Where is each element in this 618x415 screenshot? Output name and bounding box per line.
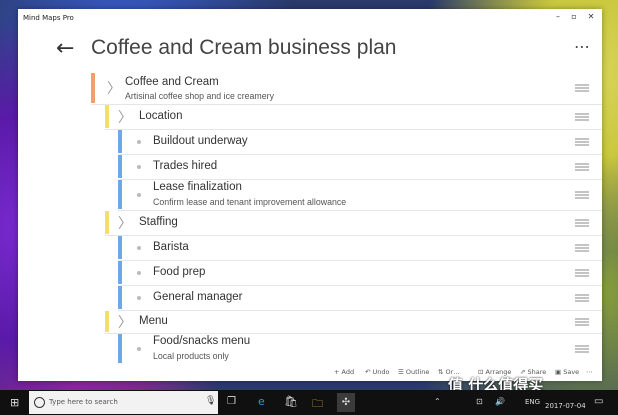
node-label: Staffing (139, 216, 178, 228)
more-commands-button[interactable]: ⋯ (586, 368, 593, 376)
microphone-icon[interactable]: 🎙 (205, 396, 216, 406)
node-label: Food prep (153, 266, 206, 278)
order-icon: ⇅ (438, 368, 446, 376)
level-bar (105, 311, 109, 332)
node-label: Food/snacks menu (153, 335, 251, 347)
close-button[interactable]: ✕ (581, 12, 601, 21)
level-bar (118, 236, 122, 259)
drag-handle-icon[interactable] (575, 111, 589, 122)
bullet-icon (137, 346, 141, 351)
tray-chevron-icon[interactable]: ⌃ (434, 397, 441, 406)
node-row-staffing[interactable]: 〉 Staffing (105, 210, 602, 236)
drag-handle-icon[interactable] (575, 161, 589, 172)
node-label: Location (139, 110, 183, 122)
node-row-food-prep[interactable]: Food prep (118, 260, 602, 286)
notifications-icon[interactable]: ▭ (594, 396, 603, 407)
node-row-lease[interactable]: Lease finalization Confirm lease and ten… (118, 179, 602, 211)
level-bar (118, 286, 122, 309)
node-subtitle: Artisinal coffee shop and ice creamery (125, 91, 274, 101)
level-bar (91, 73, 95, 103)
level-bar (118, 180, 122, 209)
volume-icon[interactable]: 🔊 (495, 397, 505, 406)
node-row-barista[interactable]: Barista (118, 235, 602, 261)
chevron-right-icon[interactable]: 〉 (118, 312, 132, 332)
outline-icon: ☰ (398, 368, 406, 376)
bullet-icon (137, 139, 141, 144)
title-bar: Mind Maps Pro – ▫ ✕ (18, 9, 602, 29)
drag-handle-icon[interactable] (575, 217, 589, 228)
drag-handle-icon[interactable] (575, 292, 589, 303)
node-row-root[interactable]: 〉 Coffee and Cream Artisinal coffee shop… (91, 72, 602, 105)
level-bar (118, 155, 122, 178)
chevron-right-icon[interactable]: 〉 (118, 107, 132, 127)
drag-handle-icon[interactable] (575, 343, 589, 354)
app-title: Mind Maps Pro (23, 14, 74, 22)
chevron-right-icon[interactable]: 〉 (107, 78, 121, 98)
node-label: Coffee and Cream (125, 76, 219, 88)
bullet-icon (137, 192, 141, 197)
node-row-buildout[interactable]: Buildout underway (118, 129, 602, 155)
windows-start-icon[interactable]: ⊞ (10, 396, 19, 409)
node-row-food-snacks[interactable]: Food/snacks menu Local products only (118, 333, 602, 364)
add-button[interactable]: + Add (334, 368, 354, 376)
level-bar (118, 130, 122, 153)
save-icon: ▣ (555, 368, 564, 376)
plus-icon: + (334, 368, 342, 376)
mind-maps-app-icon[interactable]: ✣ (337, 393, 355, 412)
drag-handle-icon[interactable] (575, 316, 589, 327)
task-view-icon[interactable]: ❐ (227, 396, 236, 407)
save-button[interactable]: ▣ Save (555, 368, 579, 376)
node-row-trades[interactable]: Trades hired (118, 154, 602, 180)
level-bar (118, 334, 122, 363)
drag-handle-icon[interactable] (575, 136, 589, 147)
node-row-menu[interactable]: 〉 Menu (105, 310, 602, 334)
bullet-icon (137, 164, 141, 169)
app-window: Mind Maps Pro – ▫ ✕ ← Coffee and Cream b… (18, 9, 602, 381)
cortana-icon[interactable] (34, 397, 45, 408)
level-bar (105, 211, 109, 234)
drag-handle-icon[interactable] (575, 242, 589, 253)
undo-icon: ↶ (365, 368, 373, 376)
level-bar (118, 261, 122, 284)
network-icon[interactable]: ⊡ (476, 397, 483, 406)
taskbar-search-box[interactable]: Type here to search 🎙 (29, 391, 218, 414)
node-row-location[interactable]: 〉 Location (105, 104, 602, 130)
store-icon[interactable]: 🛍 (284, 395, 298, 408)
bullet-icon (137, 295, 141, 300)
drag-handle-icon[interactable] (575, 267, 589, 278)
node-row-general-manager[interactable]: General manager (118, 285, 602, 311)
node-label: Barista (153, 241, 189, 253)
edge-browser-icon[interactable]: e (258, 395, 265, 408)
back-arrow-icon[interactable]: ← (56, 38, 74, 60)
bullet-icon (137, 270, 141, 275)
chevron-right-icon[interactable]: 〉 (118, 213, 132, 233)
node-subtitle: Local products only (153, 351, 229, 361)
file-explorer-icon[interactable]: 🗀 (312, 395, 323, 414)
search-placeholder: Type here to search (49, 398, 118, 406)
node-label: Buildout underway (153, 135, 248, 147)
drag-handle-icon[interactable] (575, 83, 589, 94)
language-indicator[interactable]: ENG (525, 398, 540, 406)
node-label: Menu (139, 315, 168, 327)
level-bar (105, 105, 109, 128)
clock-date[interactable]: 2017-07-04 (545, 402, 586, 410)
drag-handle-icon[interactable] (575, 189, 589, 200)
more-options-icon[interactable]: ⋯ (574, 37, 591, 56)
outline-button[interactable]: ☰ Outline (398, 368, 429, 376)
node-subtitle: Confirm lease and tenant improvement all… (153, 197, 347, 207)
undo-button[interactable]: ↶ Undo (365, 368, 390, 376)
node-label: Trades hired (153, 160, 218, 172)
taskbar: ⊞ Type here to search 🎙 ❐ e 🛍 🗀 ✣ ⌃ ⊡ 🔊 … (0, 390, 618, 415)
bullet-icon (137, 245, 141, 250)
node-label: General manager (153, 291, 243, 303)
node-label: Lease finalization (153, 181, 242, 193)
page-title: Coffee and Cream business plan (91, 36, 397, 59)
